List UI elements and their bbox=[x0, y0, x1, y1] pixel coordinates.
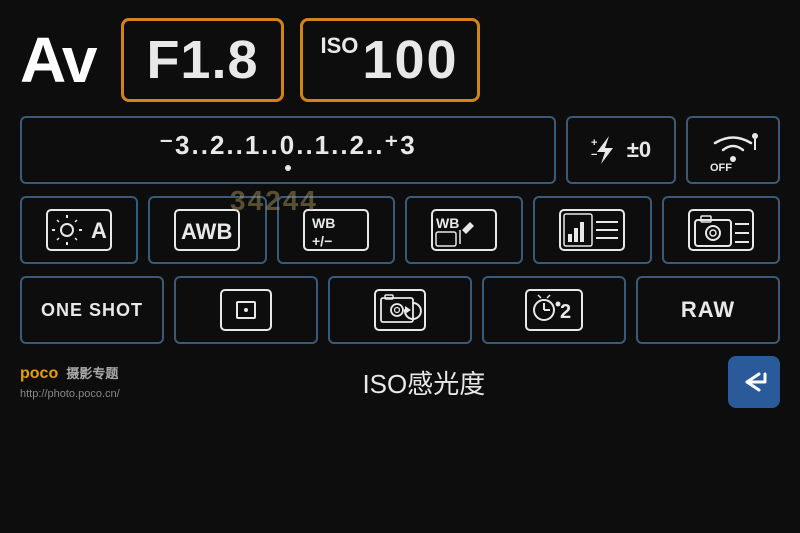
picture-style-cell[interactable] bbox=[533, 196, 651, 264]
exposure-scale-box[interactable]: ⁻3..2..1..0..1..2..⁺3 bbox=[20, 116, 556, 184]
wb-adjust-cell[interactable]: WB +/− bbox=[277, 196, 395, 264]
svg-text:2: 2 bbox=[560, 301, 571, 323]
exposure-row: ⁻3..2..1..0..1..2..⁺3 + − ±0 OFF bbox=[20, 116, 780, 184]
mode-label: Av bbox=[20, 23, 95, 97]
camera-screen: Av F1.8 ISO 100 ⁻3..2..1..0..1..2..⁺3 + … bbox=[0, 0, 800, 533]
live-view-cell[interactable] bbox=[328, 276, 472, 344]
top-row: Av F1.8 ISO 100 bbox=[20, 18, 780, 102]
aperture-box[interactable]: F1.8 bbox=[121, 18, 283, 102]
flash-compensation-box[interactable]: + − ±0 bbox=[566, 116, 676, 184]
wb-custom-icon: WB bbox=[430, 208, 498, 252]
brand-url: http://photo.poco.cn/ bbox=[20, 386, 120, 403]
brand-info: poco 摄影专题 http://photo.poco.cn/ bbox=[20, 362, 120, 403]
flash-icon: + − bbox=[591, 134, 619, 166]
raw-label: RAW bbox=[681, 297, 735, 323]
live-view-icon bbox=[373, 288, 427, 332]
iso-prefix: ISO bbox=[321, 33, 359, 59]
metering-center-icon bbox=[219, 288, 273, 332]
wifi-box[interactable]: OFF bbox=[686, 116, 780, 184]
iso-box[interactable]: ISO 100 bbox=[300, 18, 480, 102]
metering-cell[interactable]: A bbox=[20, 196, 138, 264]
wb-custom-cell[interactable]: WB bbox=[405, 196, 523, 264]
camera-settings-icon bbox=[687, 208, 755, 252]
metering-center-cell[interactable] bbox=[174, 276, 318, 344]
wifi-icon: OFF bbox=[702, 128, 764, 172]
svg-text:WB: WB bbox=[312, 215, 335, 231]
one-shot-label: ONE SHOT bbox=[41, 300, 143, 321]
bottom-row: poco 摄影专题 http://photo.poco.cn/ ISO感光度 bbox=[20, 356, 780, 408]
back-arrow-icon bbox=[739, 369, 769, 395]
timer-cell[interactable]: 2 bbox=[482, 276, 626, 344]
icon-row-2: A AWB WB +/− WB bbox=[20, 196, 780, 264]
svg-text:−: − bbox=[591, 149, 597, 161]
camera-settings-cell[interactable] bbox=[662, 196, 780, 264]
icon-row-3: ONE SHOT bbox=[20, 276, 780, 344]
svg-text:A: A bbox=[91, 218, 107, 243]
awb-cell[interactable]: AWB bbox=[148, 196, 266, 264]
brand-logo: poco 摄影专题 bbox=[20, 362, 120, 386]
svg-text:WB: WB bbox=[436, 215, 459, 231]
svg-text:AWB: AWB bbox=[181, 219, 232, 244]
back-button[interactable] bbox=[728, 356, 780, 408]
picture-style-icon bbox=[558, 208, 626, 252]
iso-footer-label: ISO感光度 bbox=[120, 364, 728, 401]
awb-icon: AWB bbox=[173, 208, 241, 252]
flash-value: ±0 bbox=[627, 137, 651, 163]
timer-icon: 2 bbox=[524, 288, 584, 332]
metering-icon: A bbox=[45, 208, 113, 252]
svg-text:+/−: +/− bbox=[312, 233, 332, 249]
brand-subtitle: 摄影专题 bbox=[66, 366, 118, 381]
svg-text:OFF: OFF bbox=[710, 162, 732, 172]
wb-adjust-icon: WB +/− bbox=[302, 208, 370, 252]
exposure-dot bbox=[285, 165, 291, 171]
one-shot-cell[interactable]: ONE SHOT bbox=[20, 276, 164, 344]
svg-text:+: + bbox=[591, 137, 597, 149]
raw-cell[interactable]: RAW bbox=[636, 276, 780, 344]
iso-value: 100 bbox=[362, 29, 458, 91]
exposure-scale: ⁻3..2..1..0..1..2..⁺3 bbox=[159, 130, 416, 161]
